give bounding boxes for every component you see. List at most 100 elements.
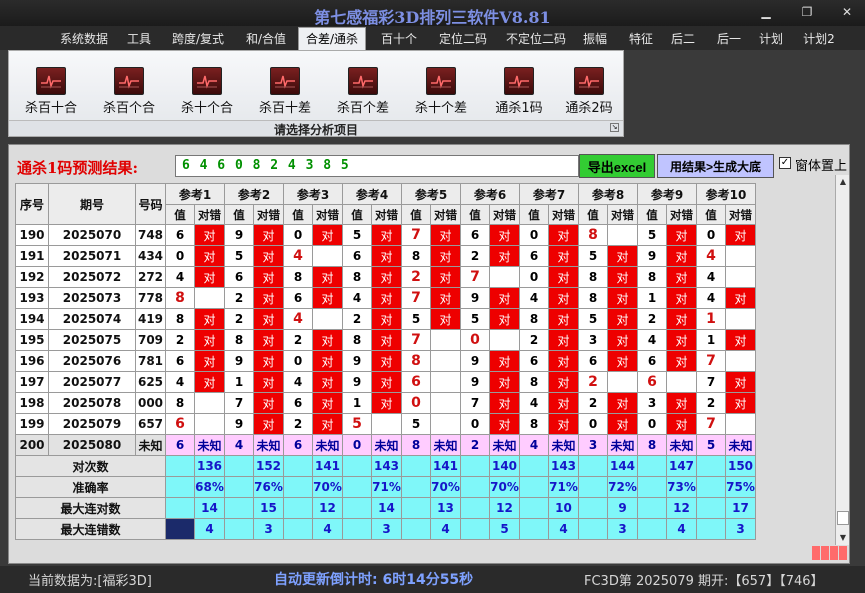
table-row[interactable]: 190 2025070 748 6 对 9 对 0 对 5 对 7 对 6 对 0 对 8 5 对 0 对 [15, 224, 756, 246]
status-bar: 当前数据为:[福彩3D] 自动更新倒计时: 6时14分55秒 FC3D第 202… [0, 566, 865, 593]
menu-item[interactable]: 计划2 [801, 29, 837, 49]
miss-cell [725, 413, 756, 435]
ref-header[interactable]: 参考7 [519, 183, 579, 205]
table-row[interactable]: 196 2025076 781 6 对 9 对 0 对 9 对 8 9 对 6 对 6 对 6 对 7 [15, 350, 756, 372]
restore-icon[interactable]: ❐ [793, 3, 821, 21]
ribbon-button[interactable]: 杀百个合 [93, 65, 163, 116]
period-cell: 2025079 [48, 413, 136, 435]
ribbon-button[interactable]: 杀百十合 [15, 65, 85, 116]
summary-spacer [696, 518, 726, 540]
table-row[interactable]: 192 2025072 272 4 对 6 对 8 对 8 对 2 对 7 0 对 8 对 8 对 4 [15, 266, 756, 288]
menu-item[interactable]: 后二 [669, 29, 697, 49]
prediction-result-field[interactable]: 6 4 6 0 8 2 4 3 8 5 [175, 155, 579, 177]
table-row[interactable]: 195 2025075 709 2 对 8 对 2 对 8 对 7 0 2 对 3 对 4 对 1 对 [15, 329, 756, 351]
ribbon-button[interactable]: 通杀1码 [483, 65, 553, 116]
ribbon-button[interactable]: 杀百个差 [327, 65, 397, 116]
menu-item[interactable]: 系统数据 [56, 29, 112, 49]
ref-header[interactable]: 参考1 [165, 183, 225, 205]
unknown-cell: 未知 [666, 434, 697, 456]
ref-header[interactable]: 参考5 [401, 183, 461, 205]
ref-header[interactable]: 参考4 [342, 183, 402, 205]
menu-item[interactable]: 特征 [626, 29, 656, 49]
period-cell: 2025077 [48, 371, 136, 393]
value-cell: 4 [637, 329, 667, 351]
hit-cell: 对 [725, 329, 756, 351]
table-row[interactable]: 199 2025079 657 6 9 对 2 对 5 5 0 对 8 对 0 对 0 对 7 [15, 413, 756, 435]
vertical-scrollbar[interactable]: ▲ ▼ [835, 175, 849, 545]
hit-cell: 对 [253, 329, 284, 351]
menu-item[interactable]: 定位二码 [432, 29, 494, 49]
hit-cell: 对 [548, 413, 579, 435]
dialog-launcher-icon[interactable]: ↘ [610, 123, 619, 132]
menu-item[interactable]: 合差/通杀 [298, 27, 366, 51]
menu-item[interactable]: 不定位二码 [502, 29, 570, 49]
miss-cell [312, 308, 343, 330]
summary-spacer [696, 497, 726, 519]
period-cell: 2025072 [48, 266, 136, 288]
ref-header[interactable]: 参考9 [637, 183, 697, 205]
minimize-icon[interactable]: ▁ [752, 3, 780, 21]
table-row[interactable]: 194 2025074 419 8 对 2 对 4 2 对 5 对 5 对 8 对 5 对 2 对 1 [15, 308, 756, 330]
hit-cell: 对 [371, 371, 402, 393]
ref-header[interactable]: 参考6 [460, 183, 520, 205]
resize-grip[interactable] [812, 546, 848, 560]
ribbon-button-label: 通杀1码 [495, 101, 543, 116]
menu-item[interactable]: 跨度/复式 [168, 29, 228, 49]
value-cell: 8 [519, 371, 549, 393]
summary-spacer [342, 497, 372, 519]
table-row[interactable]: 193 2025073 778 8 2 对 6 对 4 对 7 对 9 对 4 对 8 对 1 对 4 对 [15, 287, 756, 309]
summary-value: 73% [666, 476, 697, 498]
value-cell: 9 [460, 371, 490, 393]
summary-value: 141 [430, 455, 461, 477]
menu-item[interactable]: 后一 [714, 29, 744, 49]
ref-header[interactable]: 参考10 [696, 183, 756, 205]
ref-header[interactable]: 参考3 [283, 183, 343, 205]
ribbon-button[interactable]: 杀十个差 [405, 65, 475, 116]
value-cell: 0 [401, 392, 431, 414]
menu-item[interactable]: 百十个 [378, 29, 420, 49]
summary-value: 12 [489, 497, 520, 519]
column-header[interactable]: 号码 [135, 183, 166, 225]
value-cell: 4 [224, 434, 254, 456]
value-cell: 9 [460, 350, 490, 372]
table-row[interactable]: 191 2025071 434 0 对 5 对 4 6 对 8 对 2 对 6 对 5 对 9 对 4 [15, 245, 756, 267]
number-cell: 709 [135, 329, 166, 351]
table-row[interactable]: 200 2025080 未知 6 未知 4 未知 6 未知 0 未知 8 未知 2 未知 4 未知 3 未知 8 未知 5… [15, 434, 756, 456]
ref-header[interactable]: 参考8 [578, 183, 638, 205]
value-cell: 6 [578, 350, 608, 372]
hit-cell: 对 [607, 308, 638, 330]
stay-on-top-checkbox[interactable]: ✓ [779, 157, 791, 169]
menu-item[interactable]: 和/合值 [242, 29, 290, 49]
close-icon[interactable]: ✕ [833, 3, 861, 21]
menu-item[interactable]: 振幅 [582, 29, 608, 49]
ribbon-button[interactable]: 杀十个合 [171, 65, 241, 116]
table-row[interactable]: 198 2025078 000 8 7 对 6 对 1 对 0 7 对 4 对 2 对 3 对 2 对 [15, 392, 756, 414]
scroll-up-icon[interactable]: ▲ [836, 175, 850, 189]
seq-cell: 194 [15, 308, 49, 330]
value-cell: 0 [283, 224, 313, 246]
seq-cell: 198 [15, 392, 49, 414]
seq-cell: 192 [15, 266, 49, 288]
summary-value: 152 [253, 455, 284, 477]
value-cell: 8 [224, 329, 254, 351]
value-cell: 8 [165, 308, 195, 330]
hit-cell: 对 [489, 392, 520, 414]
scroll-thumb[interactable] [837, 511, 849, 525]
menu-item[interactable]: 工具 [125, 29, 153, 49]
summary-label: 最大连错数 [15, 518, 166, 540]
summary-value: 15 [253, 497, 284, 519]
hit-cell: 对 [430, 287, 461, 309]
ribbon-button[interactable]: 通杀2码 [553, 65, 623, 116]
scroll-down-icon[interactable]: ▼ [836, 531, 850, 545]
generate-base-button[interactable]: 用结果>生成大底 [657, 154, 774, 178]
export-excel-button[interactable]: 导出excel [579, 154, 655, 178]
column-header[interactable]: 序号 [15, 183, 49, 225]
menu-item[interactable]: 计划 [758, 29, 784, 49]
column-header[interactable]: 期号 [48, 183, 136, 225]
number-cell: 657 [135, 413, 166, 435]
value-cell: 9 [460, 287, 490, 309]
ref-header[interactable]: 参考2 [224, 183, 284, 205]
ribbon-button[interactable]: 杀百十差 [249, 65, 319, 116]
table-row[interactable]: 197 2025077 625 4 对 1 对 4 对 9 对 6 9 对 8 对 2 6 7 对 [15, 371, 756, 393]
value-cell: 0 [460, 413, 490, 435]
